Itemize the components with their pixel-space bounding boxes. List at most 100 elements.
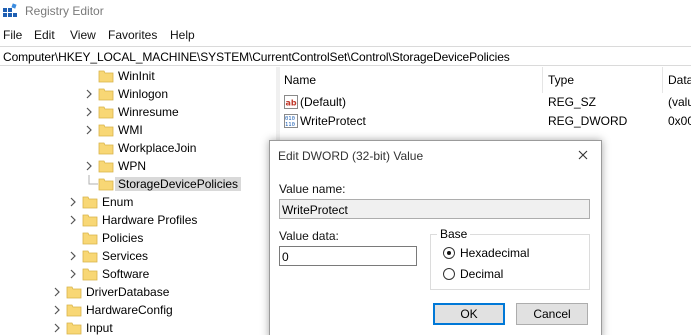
folder-icon [98, 178, 114, 191]
tree-item-driverdatabase[interactable]: DriverDatabase [0, 283, 276, 301]
list-row[interactable]: 010 110 WriteProtect REG_DWORD 0x0000000… [280, 112, 691, 131]
folder-icon [82, 232, 98, 245]
folder-icon [66, 322, 82, 335]
tree-item-label: HardwareConfig [86, 303, 173, 317]
list-header: Name Type Data [280, 67, 691, 93]
folder-icon [82, 268, 98, 281]
tree-item-label: WorkplaceJoin [118, 141, 197, 155]
tree-item-label: WPN [118, 159, 146, 173]
dialog-title: Edit DWORD (32-bit) Value [278, 149, 424, 163]
menu-edit[interactable]: Edit [34, 28, 55, 42]
menu-favorites[interactable]: Favorites [108, 28, 157, 42]
folder-icon [98, 160, 114, 173]
value-type: REG_DWORD [548, 114, 628, 128]
svg-text:ab: ab [286, 99, 297, 108]
folder-icon [66, 286, 82, 299]
tree-item-wmi[interactable]: WMI [0, 121, 276, 139]
value-data: (value not set) [668, 95, 691, 109]
registry-editor-icon [3, 3, 17, 17]
folder-icon [98, 88, 114, 101]
column-divider[interactable] [662, 67, 663, 93]
tree-item-storagedevicepolicies[interactable]: StorageDevicePolicies [0, 175, 276, 193]
tree-item-label: Enum [102, 195, 134, 209]
tree-item-input[interactable]: Input [0, 319, 276, 335]
address-path: Computer\HKEY_LOCAL_MACHINE\SYSTEM\Curre… [3, 50, 510, 64]
base-group: Base Hexadecimal Decimal [430, 227, 590, 290]
menu-file[interactable]: File [3, 28, 22, 42]
list-row[interactable]: ab (Default) REG_SZ (value not set) [280, 93, 691, 112]
menu-help[interactable]: Help [170, 28, 195, 42]
radio-circle [443, 268, 455, 280]
decimal-radio[interactable]: Decimal [443, 266, 563, 282]
registry-tree[interactable]: WinInit Winlogon Winresume WMI Workplace… [0, 67, 276, 335]
tree-item-hardwareconfig[interactable]: HardwareConfig [0, 301, 276, 319]
folder-icon [82, 196, 98, 209]
column-header-data[interactable]: Data [668, 73, 691, 87]
tree-item-label: WMI [118, 123, 143, 137]
title-bar: Registry Editor [0, 0, 691, 22]
chevron-right-icon[interactable] [69, 196, 77, 208]
cancel-button[interactable]: Cancel [516, 303, 588, 325]
folder-icon [82, 250, 98, 263]
value-name-label: Value name: [279, 182, 346, 196]
tree-item-label: Input [86, 321, 113, 335]
value-name-text: WriteProtect [282, 203, 348, 217]
tree-item-label: Software [102, 267, 150, 281]
tree-item-label: Policies [102, 231, 144, 245]
close-icon[interactable] [575, 147, 591, 163]
folder-icon [66, 304, 82, 317]
tree-item-winlogon[interactable]: Winlogon [0, 85, 276, 103]
value-name: (Default) [300, 95, 347, 109]
window-title: Registry Editor [25, 4, 104, 18]
tree-item-wininit[interactable]: WinInit [0, 67, 276, 85]
chevron-right-icon[interactable] [69, 214, 77, 226]
tree-item-software[interactable]: Software [0, 265, 276, 283]
tree-item-label: Winlogon [118, 87, 169, 101]
chevron-right-icon[interactable] [85, 124, 93, 136]
tree-item-winresume[interactable]: Winresume [0, 103, 276, 121]
chevron-right-icon[interactable] [85, 88, 93, 100]
tree-item-label: WinInit [118, 69, 155, 83]
hexadecimal-label: Hexadecimal [460, 246, 530, 260]
ok-button[interactable]: OK [433, 303, 505, 325]
tree-item-policies[interactable]: Policies [0, 229, 276, 247]
hexadecimal-radio[interactable]: Hexadecimal [443, 245, 563, 261]
folder-icon [98, 142, 114, 155]
column-header-name[interactable]: Name [284, 73, 316, 87]
column-header-type[interactable]: Type [548, 73, 574, 87]
binary-value-icon: 010 110 [284, 114, 298, 128]
value-name: WriteProtect [300, 114, 366, 128]
chevron-right-icon[interactable] [85, 106, 93, 118]
tree-item-workplacejoin[interactable]: WorkplaceJoin [0, 139, 276, 157]
radio-circle [443, 247, 455, 259]
column-divider[interactable] [542, 67, 543, 93]
address-bar[interactable]: Computer\HKEY_LOCAL_MACHINE\SYSTEM\Curre… [0, 46, 691, 66]
tree-item-label: Winresume [118, 105, 179, 119]
value-data: 0x00000000 (0) [668, 114, 691, 128]
folder-icon [98, 106, 114, 119]
value-data-label: Value data: [279, 229, 339, 243]
chevron-right-icon[interactable] [69, 250, 77, 262]
tree-item-label: Hardware Profiles [102, 213, 198, 227]
svg-text:110: 110 [285, 122, 295, 128]
value-data-input[interactable]: 0 [279, 246, 417, 266]
folder-icon [98, 70, 114, 83]
menu-bar: File Edit View Favorites Help [0, 26, 691, 44]
chevron-right-icon[interactable] [69, 268, 77, 280]
value-name-field[interactable]: WriteProtect [279, 199, 590, 219]
menu-view[interactable]: View [70, 28, 96, 42]
chevron-right-icon[interactable] [85, 160, 93, 172]
string-value-icon: ab [284, 95, 298, 109]
tree-item-services[interactable]: Services [0, 247, 276, 265]
tree-item-label: StorageDevicePolicies [115, 177, 242, 191]
tree-item-label: DriverDatabase [86, 285, 170, 299]
decimal-label: Decimal [460, 267, 504, 281]
chevron-right-icon[interactable] [53, 304, 61, 316]
chevron-right-icon[interactable] [53, 322, 61, 334]
tree-item-hardware-profiles[interactable]: Hardware Profiles [0, 211, 276, 229]
tree-item-label: Services [102, 249, 149, 263]
tree-item-enum[interactable]: Enum [0, 193, 276, 211]
base-group-label: Base [437, 227, 471, 241]
chevron-right-icon[interactable] [53, 286, 61, 298]
tree-item-wpn[interactable]: WPN [0, 157, 276, 175]
